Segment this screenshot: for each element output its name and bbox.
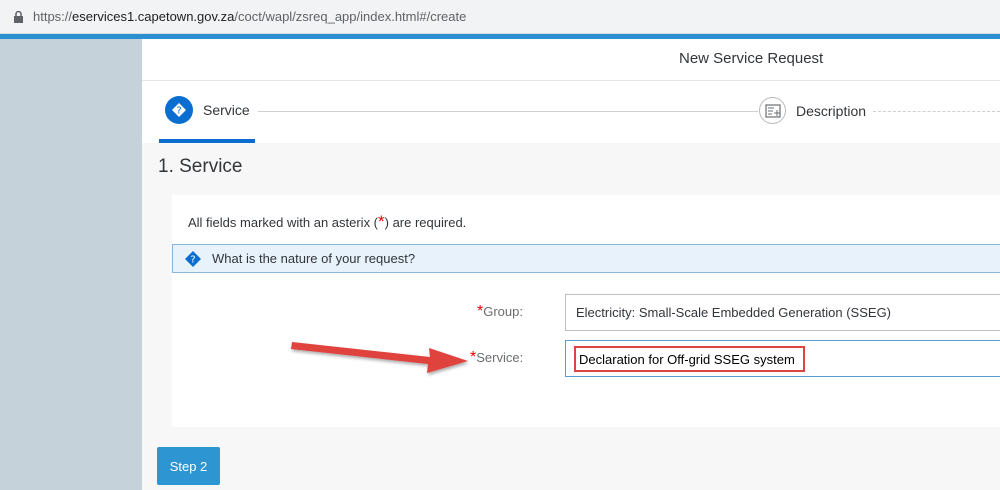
- service-field[interactable]: Declaration for Off-grid SSEG system: [565, 340, 1000, 377]
- question-text: What is the nature of your request?: [212, 251, 416, 266]
- svg-text:?: ?: [190, 254, 195, 265]
- service-form: All fields marked with an asterix (*) ar…: [172, 195, 1000, 427]
- lock-icon: [14, 10, 23, 23]
- group-label: *Group:: [477, 303, 523, 320]
- page-title: New Service Request: [679, 50, 824, 67]
- description-icon: [759, 97, 786, 124]
- step-service-label: Service: [203, 102, 250, 118]
- active-step-indicator: [159, 139, 255, 143]
- step-connector: [258, 111, 758, 112]
- step-service[interactable]: ? Service: [165, 96, 250, 124]
- browser-address-bar[interactable]: https://eservices1.capetown.gov.za/coct/…: [0, 0, 1000, 34]
- wizard-steps: ? Service Description: [142, 81, 1000, 143]
- step-description-label: Description: [796, 102, 867, 119]
- required-fields-note: All fields marked with an asterix (*) ar…: [188, 212, 467, 231]
- step2-button[interactable]: Step 2: [157, 447, 220, 485]
- step-service-icon: ?: [165, 96, 193, 124]
- annotation-arrow: [291, 342, 468, 373]
- required-asterisk: *: [378, 212, 385, 231]
- step-description[interactable]: Description: [759, 97, 866, 124]
- page-header: New Service Request: [142, 39, 1000, 81]
- left-panel: [0, 39, 142, 490]
- url-text[interactable]: https://eservices1.capetown.gov.za/coct/…: [33, 9, 466, 24]
- service-value-highlight: Declaration for Off-grid SSEG system: [574, 346, 805, 372]
- question-bar: ? What is the nature of your request?: [172, 244, 1000, 273]
- group-field[interactable]: Electricity: Small-Scale Embedded Genera…: [565, 294, 1000, 331]
- question-icon: ?: [185, 250, 201, 267]
- step-connector-dashed: [873, 111, 1000, 112]
- svg-text:?: ?: [176, 106, 181, 117]
- main-content: New Service Request ? Service Descriptio…: [142, 39, 1000, 490]
- section-title: 1. Service: [158, 156, 243, 177]
